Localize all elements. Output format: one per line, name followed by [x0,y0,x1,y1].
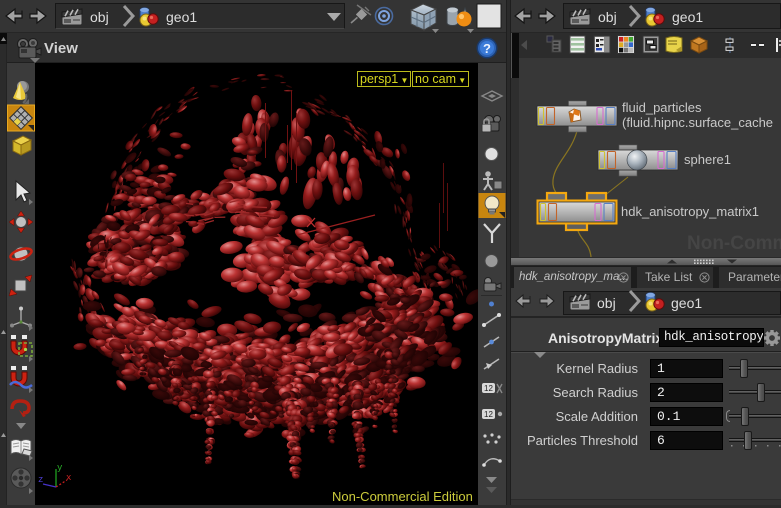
svg-text:x: x [66,473,71,483]
svg-text:?: ? [483,41,491,56]
svg-text:z: z [38,475,43,485]
svg-text:12: 12 [484,384,493,393]
svg-text:12: 12 [484,410,493,419]
svg-text:y: y [57,463,63,473]
